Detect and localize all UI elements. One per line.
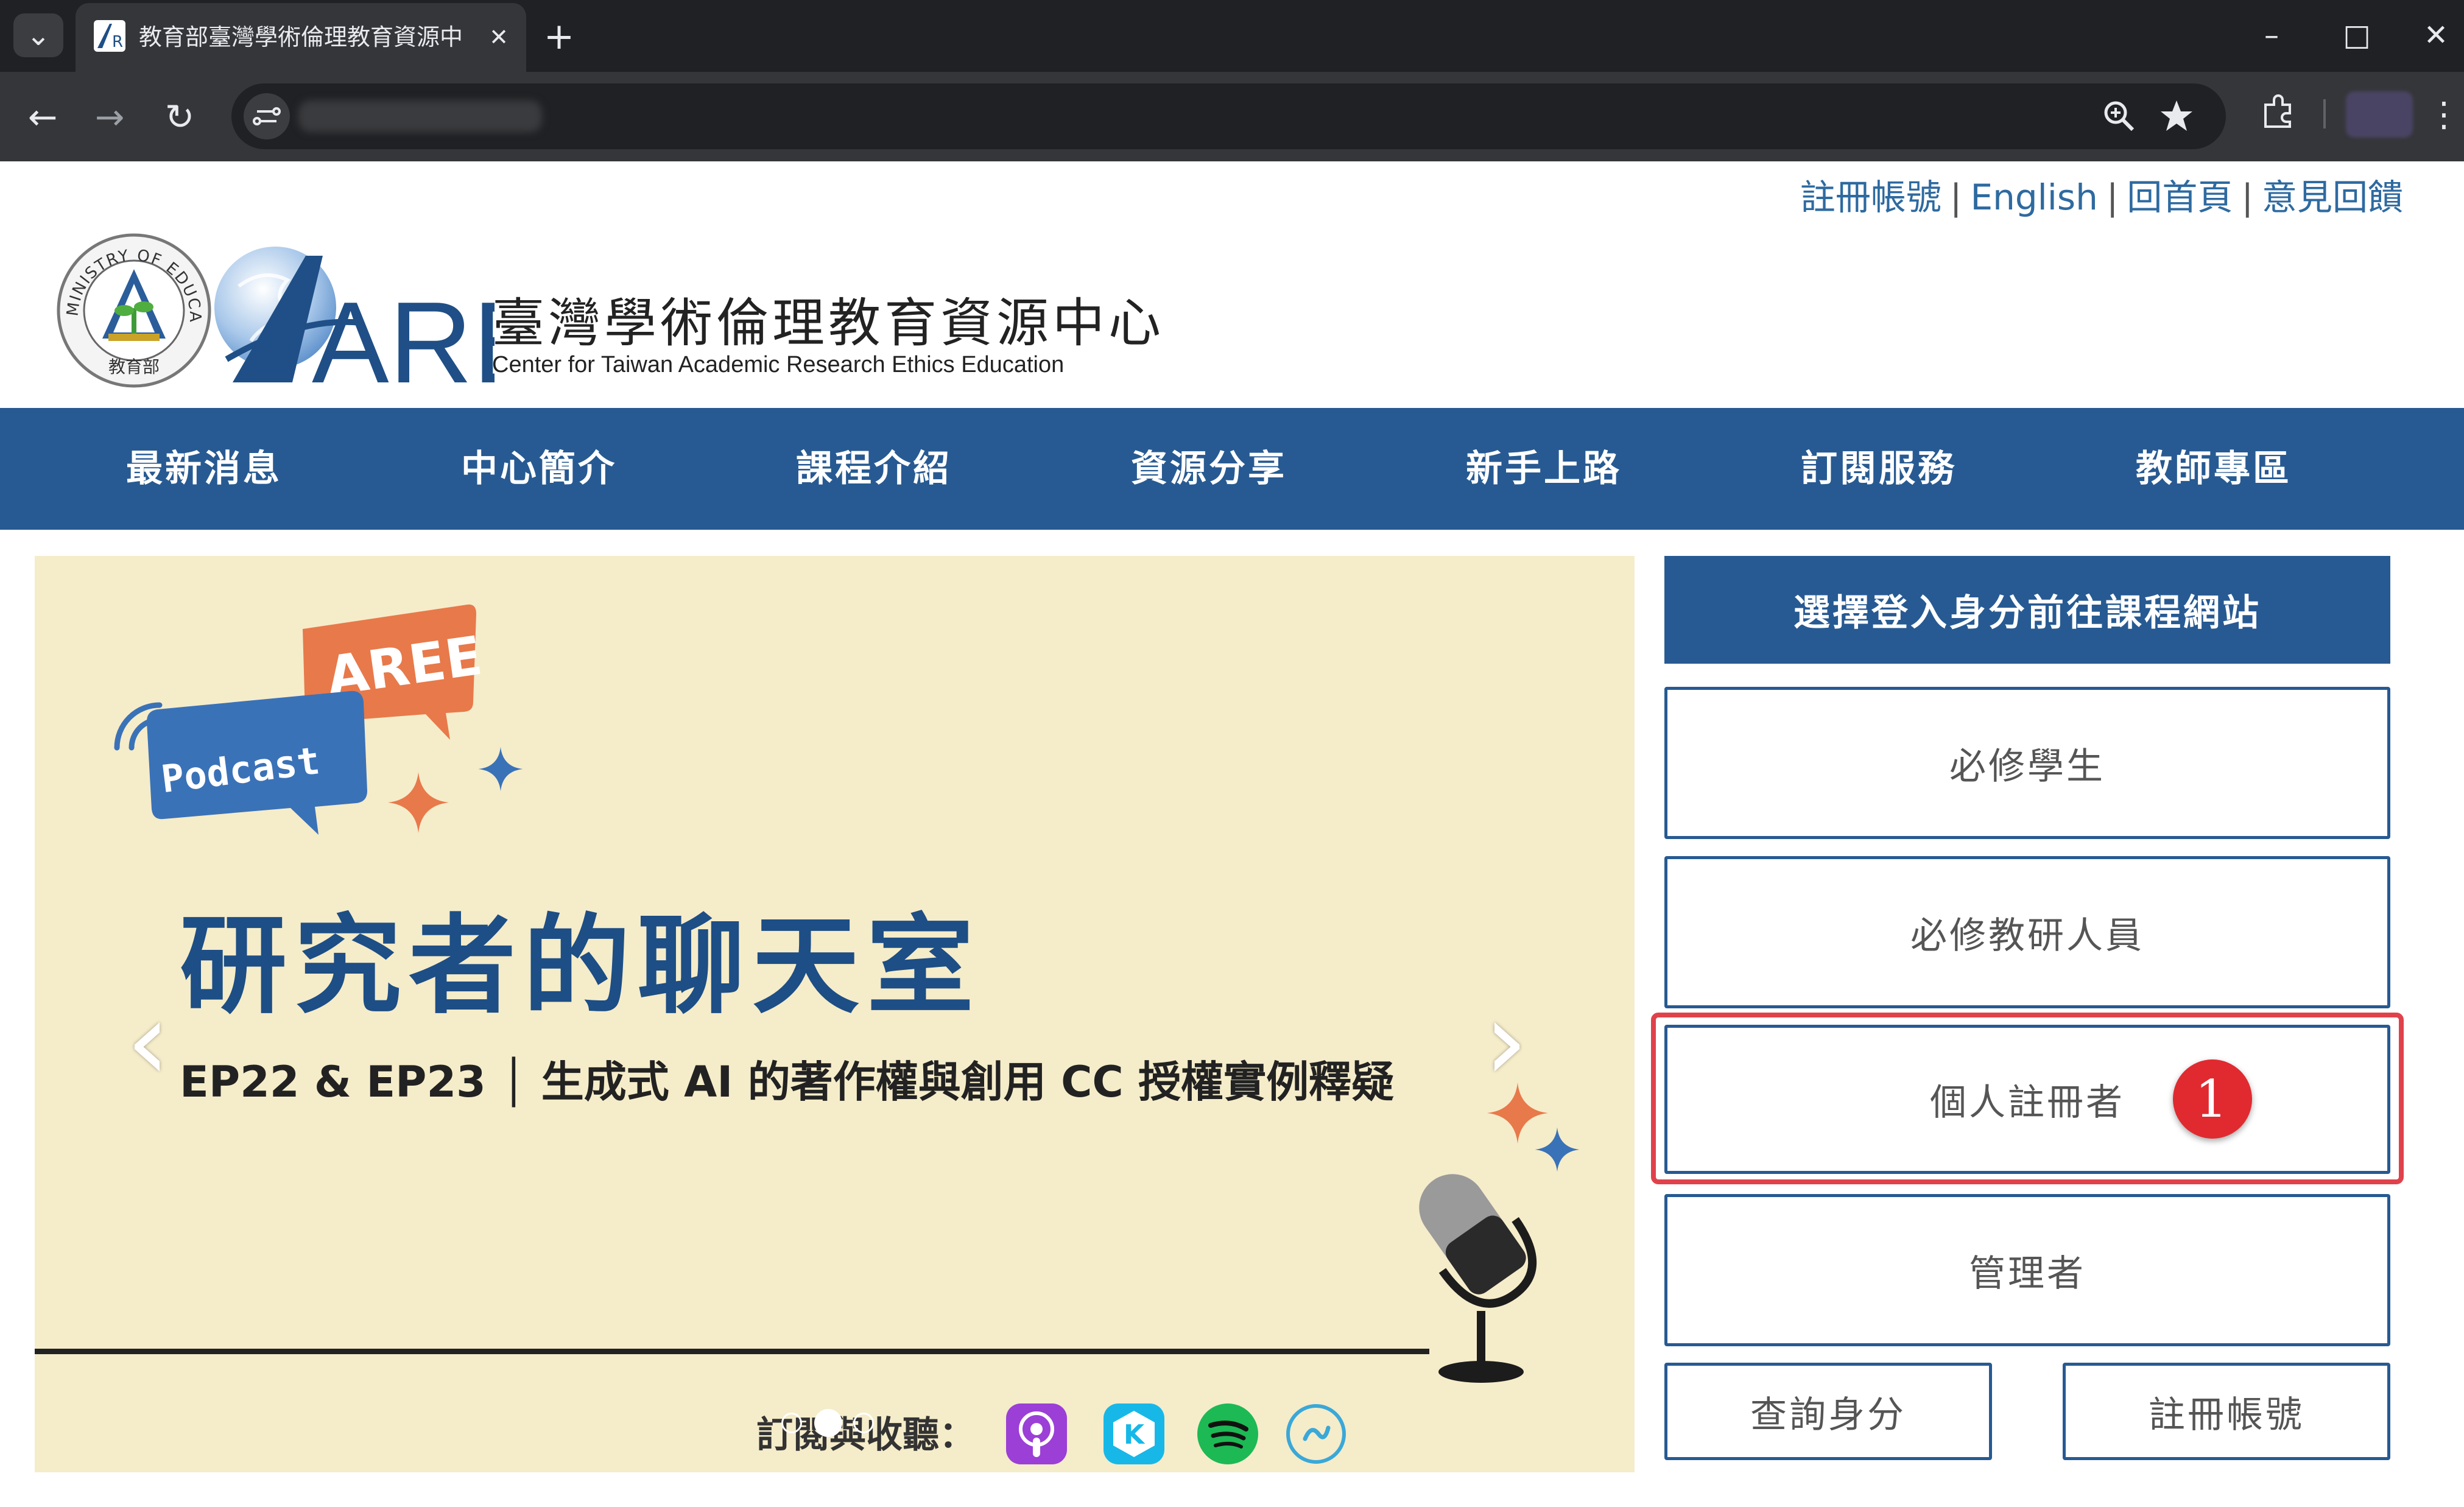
carousel-dot[interactable]	[853, 1413, 874, 1433]
podcast-platform-icon[interactable]	[1284, 1402, 1348, 1466]
seal-zh: 教育部	[108, 357, 160, 377]
nav-getting-started[interactable]: 新手上路	[1376, 408, 1711, 530]
ministry-seal-icon: MINISTRY OF EDUCATION 教育部	[55, 231, 211, 388]
carousel-dots	[781, 1405, 874, 1442]
carousel-prev-arrow[interactable]: ‹	[126, 987, 170, 1097]
maximize-button[interactable]: □	[2326, 12, 2387, 58]
carousel-dot[interactable]	[781, 1413, 802, 1433]
login-admin-button[interactable]: 管理者	[1664, 1194, 2390, 1346]
top-link-english[interactable]: English	[1970, 177, 2097, 218]
address-bar[interactable]	[231, 83, 2226, 149]
kkbox-icon[interactable]: K	[1102, 1402, 1166, 1466]
tab-title: 教育部臺灣學術倫理教育資源中	[139, 24, 463, 51]
top-link-feedback[interactable]: 意見回饋	[2262, 177, 2403, 218]
logo-title-zh: 臺灣學術倫理教育資源中心	[492, 293, 1164, 354]
forward-button[interactable]: →	[85, 93, 134, 141]
browser-titlebar: ⌄ R 教育部臺灣學術倫理教育資源中 ✕ + – □ ✕	[0, 0, 2464, 72]
sparkle-icon	[388, 772, 449, 833]
banner-headline: 研究者的聊天室	[180, 904, 982, 1028]
step-number-badge: 1	[2173, 1059, 2252, 1139]
site-settings-icon[interactable]	[244, 93, 290, 139]
extensions-icon[interactable]	[2257, 91, 2300, 134]
favicon-icon: R	[94, 20, 125, 52]
register-account-button[interactable]: 註冊帳號	[2063, 1363, 2390, 1460]
login-panel-header: 選擇登入身分前往課程網站	[1664, 556, 2390, 664]
apple-podcasts-icon[interactable]	[1005, 1402, 1068, 1466]
browser-tab[interactable]: R 教育部臺灣學術倫理教育資源中 ✕	[76, 3, 526, 72]
login-individual-registrant-button[interactable]: 個人註冊者 1	[1664, 1025, 2390, 1174]
minimize-button[interactable]: –	[2241, 12, 2302, 58]
window-close-button[interactable]: ✕	[2412, 12, 2460, 58]
toolbar-divider	[2323, 99, 2326, 128]
zoom-icon[interactable]	[2100, 97, 2139, 136]
microphone-icon	[1419, 1174, 1537, 1383]
nav-courses[interactable]: 課程介紹	[706, 408, 1041, 530]
podcast-speech-bubble-icon: Podcast	[147, 690, 367, 835]
browser-menu-icon[interactable]: ⋮	[2427, 90, 2461, 139]
login-required-student-button[interactable]: 必修學生	[1664, 687, 2390, 839]
main-nav: 最新消息 中心簡介 課程介紹 資源分享 新手上路 訂閱服務 教師專區	[0, 408, 2464, 530]
nav-about[interactable]: 中心簡介	[371, 408, 706, 530]
spotify-icon[interactable]	[1196, 1402, 1259, 1466]
new-tab-button[interactable]: +	[536, 13, 582, 60]
tab-list-button[interactable]: ⌄	[13, 13, 63, 57]
tab-close-icon[interactable]: ✕	[480, 19, 517, 55]
web-page: 註冊帳號|English|回首頁|意見回饋 MINISTRY OF EDUCAT…	[0, 161, 2464, 1507]
banner-subtitle: EP22 & EP23 │ 生成式 AI 的著作權與創用 CC 授權實例釋疑	[180, 1057, 1395, 1107]
banner-carousel[interactable]: AREE Podcast 研究者的聊天室 EP22 & EP23 │ 生成式 A…	[35, 556, 1635, 1472]
bookmark-star-icon[interactable]	[2157, 97, 2196, 136]
query-identity-button[interactable]: 查詢身分	[1664, 1363, 1992, 1460]
carousel-next-arrow[interactable]: ›	[1484, 987, 1528, 1097]
banner-baseline	[35, 1349, 1429, 1354]
svg-text:K: K	[1124, 1419, 1146, 1450]
url-text-blurred	[298, 100, 542, 132]
sparkle-icon	[478, 746, 523, 792]
login-required-faculty-button[interactable]: 必修教研人員	[1664, 856, 2390, 1008]
profile-avatar[interactable]	[2346, 91, 2413, 138]
chevron-down-icon: ⌄	[26, 18, 51, 52]
nav-subscribe[interactable]: 訂閱服務	[1711, 408, 2046, 530]
top-links: 註冊帳號 | English | 回首頁 | 意見回饋	[1800, 177, 2403, 218]
site-logo[interactable]: MINISTRY OF EDUCATION 教育部 AREE 臺灣學術倫理教育資…	[55, 231, 1161, 402]
nav-resources[interactable]: 資源分享	[1041, 408, 1376, 530]
nav-teachers[interactable]: 教師專區	[2046, 408, 2381, 530]
logo-brand: AREE	[312, 278, 495, 402]
nav-news[interactable]: 最新消息	[37, 408, 371, 530]
svg-text:R: R	[112, 33, 123, 51]
top-link-home[interactable]: 回首頁	[2127, 177, 2233, 218]
top-link-register[interactable]: 註冊帳號	[1800, 177, 1941, 218]
logo-title-en: Center for Taiwan Academic Research Ethi…	[492, 352, 1065, 378]
reload-button[interactable]: ↻	[155, 93, 204, 141]
back-button[interactable]: ←	[18, 93, 67, 141]
aree-logo-icon: AREE	[214, 247, 495, 402]
carousel-dot-active[interactable]	[814, 1409, 842, 1437]
